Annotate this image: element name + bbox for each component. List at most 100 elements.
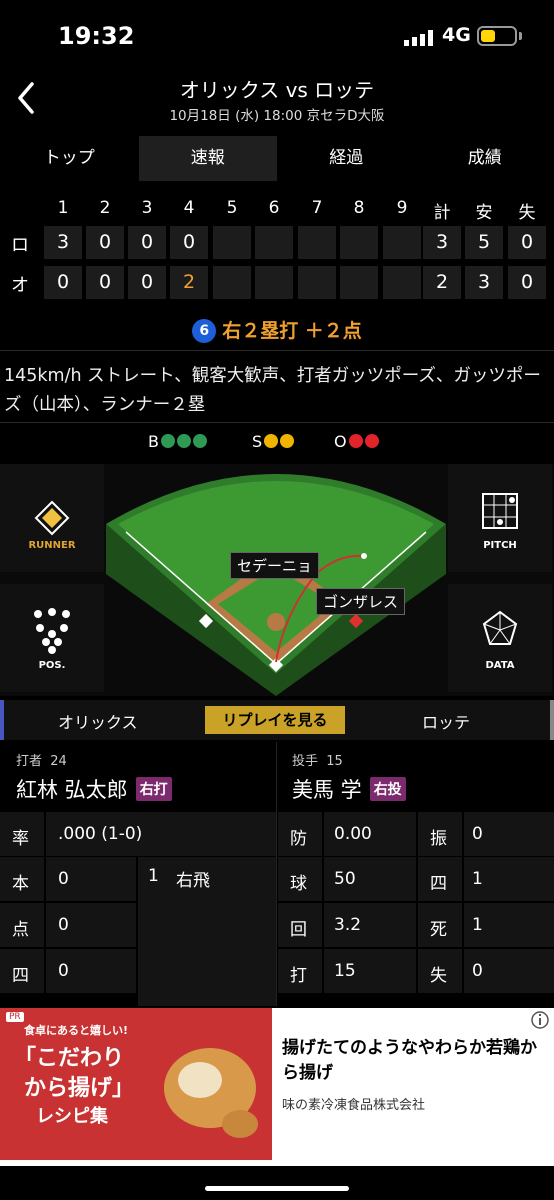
- fielder-label-cf: セデーニョ: [230, 552, 320, 579]
- stat-value: 15: [334, 961, 356, 981]
- inning-header: 計: [433, 203, 451, 223]
- fielder-label-rf: ゴンザレス: [316, 588, 406, 615]
- stat-key: 失: [430, 966, 447, 986]
- tab-home-team[interactable]: オリックス: [58, 709, 138, 733]
- ball-dot: [176, 434, 191, 448]
- ad-info-icon[interactable]: [530, 1010, 550, 1030]
- strike-dot: [280, 434, 295, 448]
- ad-image-line1: 「こだわり: [14, 1046, 125, 1071]
- team-color-bar: [0, 700, 4, 740]
- stat-value: 1: [472, 915, 483, 935]
- pitcher-role: 投手 15: [292, 754, 343, 769]
- ad-image-line3: レシピ集: [36, 1106, 108, 1127]
- divider: [0, 422, 554, 423]
- batter-role: 打者 24: [16, 754, 67, 769]
- strike-label: S: [252, 432, 263, 451]
- out-dot: [364, 434, 379, 448]
- stat-value: 0.00: [334, 824, 372, 844]
- stat-key: 本: [12, 874, 29, 894]
- total-cell: 3: [465, 266, 503, 299]
- total-cell: 3: [423, 226, 461, 259]
- inning-score: [298, 226, 336, 259]
- inning-score: [340, 226, 378, 259]
- out-count: O: [334, 432, 379, 451]
- inning-score: [213, 226, 251, 259]
- inning-score: 3: [44, 226, 82, 259]
- ball-count: B: [148, 432, 207, 451]
- ad-pr-badge: PR: [6, 1012, 24, 1022]
- status-time: 19:32: [58, 22, 135, 50]
- batter-hand-badge: 右打: [135, 777, 172, 801]
- inning-score: [213, 266, 251, 299]
- position-button[interactable]: POS.: [0, 584, 104, 692]
- data-label: DATA: [485, 660, 515, 671]
- inning-score: [255, 266, 293, 299]
- tab-top[interactable]: トップ: [0, 136, 139, 181]
- total-cell: 2: [423, 266, 461, 299]
- battery-icon: [477, 26, 517, 46]
- ad-advertiser: 味の素冷凍食品株式会社: [282, 1098, 426, 1113]
- tab-live[interactable]: 速報: [138, 136, 277, 181]
- baseball-field: [106, 474, 446, 696]
- stat-key: 防: [290, 829, 307, 849]
- inning-score: 0: [128, 226, 166, 259]
- stat-key: 率: [12, 829, 29, 849]
- stat-value: 3.2: [334, 915, 362, 935]
- team-label: ロ: [11, 235, 29, 256]
- play-headline: 6 右２塁打 ＋２点: [0, 316, 554, 343]
- pitch-grid-icon: [482, 493, 518, 529]
- runner-label: RUNNER: [28, 540, 76, 551]
- tab-stats[interactable]: 成績: [416, 136, 554, 181]
- inning-header: 6: [268, 198, 280, 218]
- data-button[interactable]: DATA: [448, 584, 552, 692]
- inning-score: [255, 226, 293, 259]
- out-dot: [348, 434, 363, 448]
- replay-button[interactable]: リプレイを見る: [205, 706, 345, 734]
- stat-value: 0: [58, 915, 69, 935]
- tab-progress[interactable]: 経過: [277, 136, 416, 181]
- at-bat-number: 1: [148, 866, 159, 886]
- ad-image-tagline: 食卓にあると嬉しい!: [24, 1024, 129, 1037]
- inning-header: 1: [57, 198, 69, 218]
- team-label: オ: [11, 275, 29, 296]
- total-cell: 0: [508, 266, 546, 299]
- ad-title[interactable]: 揚げたてのようなやわらか若鶏から揚げ: [282, 1036, 544, 1086]
- page-title: オリックス vs ロッテ: [179, 78, 375, 102]
- stat-value: 1: [472, 869, 483, 889]
- runner-button[interactable]: RUNNER: [0, 464, 104, 572]
- stat-value: 0: [58, 961, 69, 981]
- stat-value: 50: [334, 869, 356, 889]
- inning-header: 3: [141, 198, 153, 218]
- inning-header: 8: [353, 198, 365, 218]
- total-cell: 0: [508, 226, 546, 259]
- ad-image-line2: から揚げ」: [24, 1076, 135, 1101]
- ad-image[interactable]: PR 食卓にあると嬉しい! 「こだわり から揚げ」 レシピ集: [0, 1008, 272, 1160]
- play-text: 右２塁打 ＋２点: [222, 320, 362, 342]
- strike-dot: [264, 434, 279, 448]
- inning-score: 0: [86, 266, 124, 299]
- strike-count: S: [252, 432, 295, 451]
- home-indicator[interactable]: [205, 1186, 349, 1191]
- tab-away-team[interactable]: ロッテ: [422, 709, 470, 733]
- batter-name[interactable]: 紅林 弘太郎 右打: [16, 774, 172, 804]
- stat-key: 四: [12, 966, 29, 986]
- pitcher-name[interactable]: 美馬 学右投: [292, 774, 406, 804]
- radar-chart-icon: [482, 610, 518, 645]
- stat-value: 0: [472, 961, 483, 981]
- position-label: POS.: [38, 660, 66, 671]
- pitch-button[interactable]: PITCH: [448, 464, 552, 572]
- stat-key: 点: [12, 920, 29, 940]
- inning-header: 2: [99, 198, 111, 218]
- divider: [276, 742, 277, 1006]
- inning-header: 失: [518, 203, 536, 223]
- ball-dot: [192, 434, 207, 448]
- stat-key: 四: [430, 874, 447, 894]
- ball-label: B: [148, 432, 159, 451]
- inning-score: [340, 266, 378, 299]
- team-color-bar: [550, 700, 554, 740]
- inning-header: 4: [183, 198, 195, 218]
- inning-header: 安: [475, 203, 493, 223]
- play-number: 6: [192, 319, 217, 343]
- stat-key: 打: [290, 966, 307, 986]
- inning-score: 0: [128, 266, 166, 299]
